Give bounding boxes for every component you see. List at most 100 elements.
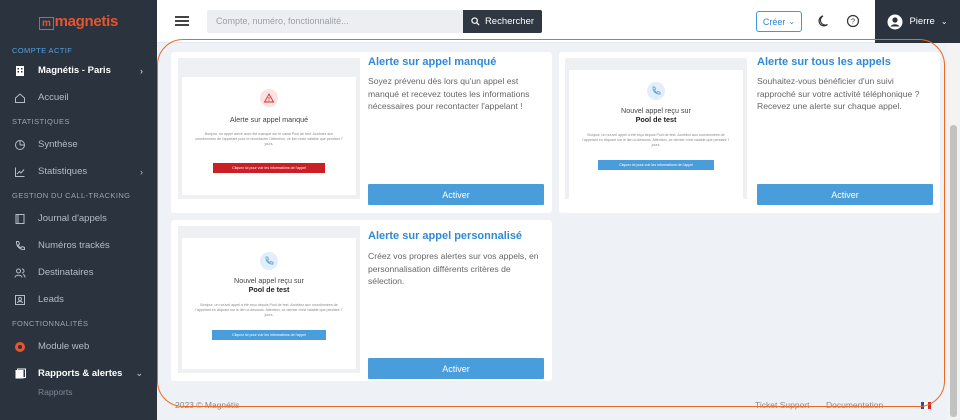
email-preview-button: Cliquez ici pour voir les informations d… bbox=[598, 160, 714, 170]
activate-button[interactable]: Activer bbox=[757, 184, 933, 205]
sidebar-item-leads[interactable]: Leads bbox=[0, 286, 157, 313]
building-icon bbox=[14, 65, 26, 77]
main-content: Alerte sur appel manqué Bonjour, un appe… bbox=[157, 43, 947, 420]
email-preview: Nouvel appel reçu sur Pool de test Bonjo… bbox=[565, 58, 747, 199]
search-button[interactable]: Rechercher bbox=[463, 9, 542, 33]
scroll-thumb[interactable] bbox=[950, 125, 957, 417]
phone-icon bbox=[14, 240, 26, 252]
email-preview-title: Nouvel appel reçu sur Pool de test bbox=[234, 276, 304, 294]
email-preview-title-text: Nouvel appel reçu sur bbox=[234, 276, 304, 285]
chevron-down-icon: ⌄ bbox=[135, 368, 143, 378]
scrollbar[interactable] bbox=[947, 43, 960, 420]
email-preview-title: Alerte sur appel manqué bbox=[229, 115, 309, 124]
logo[interactable]: m magnetis bbox=[0, 0, 157, 43]
help-icon[interactable]: ? bbox=[846, 14, 860, 28]
alert-card-custom: Nouvel appel reçu sur Pool de test Bonjo… bbox=[171, 220, 552, 381]
search-icon bbox=[471, 16, 480, 26]
sidebar-item-label: Numéros trackés bbox=[38, 240, 110, 251]
email-preview: Nouvel appel reçu sur Pool de test Bonjo… bbox=[178, 226, 360, 373]
card-title: Alerte sur appel personnalisé bbox=[368, 230, 523, 242]
logo-m-icon: m bbox=[38, 17, 54, 30]
alert-card-missed: Alerte sur appel manqué Bonjour, un appe… bbox=[171, 52, 552, 213]
tracking-section-title: GESTION DU CALL-TRACKING bbox=[12, 190, 131, 200]
chevron-down-icon: ⌄ bbox=[788, 17, 796, 26]
card-title: Alerte sur tous les appels bbox=[757, 56, 891, 68]
sidebar-item-label: Magnétis - Paris bbox=[38, 65, 111, 76]
documentation-link[interactable]: Documentation bbox=[826, 400, 883, 410]
sidebar-item-statistiques[interactable]: Statistiques › bbox=[0, 158, 157, 185]
pie-chart-icon bbox=[14, 139, 26, 151]
email-preview-body: Alerte sur appel manqué Bonjour, un appe… bbox=[182, 77, 356, 195]
users-icon bbox=[14, 267, 26, 279]
create-button-label: Créer bbox=[762, 16, 786, 27]
activate-button[interactable]: Activer bbox=[368, 184, 544, 205]
logo-text: magnetis bbox=[54, 13, 119, 30]
svg-text:?: ? bbox=[851, 17, 855, 26]
ticket-support-link[interactable]: Ticket Support bbox=[755, 400, 810, 410]
report-icon bbox=[14, 368, 26, 380]
sidebar-item-numeros[interactable]: Numéros trackés bbox=[0, 232, 157, 259]
sidebar-item-label: Destinataires bbox=[38, 267, 94, 278]
account-section-title: COMPTE ACTIF bbox=[12, 45, 73, 55]
email-preview-title: Nouvel appel reçu sur Pool de test bbox=[621, 106, 691, 124]
email-preview-text: Bonjour, un nouvel appel a été reçu depu… bbox=[195, 303, 343, 317]
email-preview-title-bold: Pool de test bbox=[635, 115, 677, 124]
sidebar-item-home[interactable]: Accueil bbox=[0, 84, 157, 111]
sidebar-item-label: Rapports & alertes bbox=[38, 368, 123, 379]
home-icon bbox=[14, 92, 26, 104]
features-section-title: FONCTIONNALITÉS bbox=[12, 318, 89, 328]
warning-icon bbox=[260, 89, 278, 107]
email-preview-text: Bonjour, un nouvel appel a été reçu depu… bbox=[582, 133, 730, 147]
sidebar-item-journal[interactable]: Journal d'appels bbox=[0, 205, 157, 232]
flag-fr-icon[interactable] bbox=[921, 402, 931, 409]
search-button-label: Rechercher bbox=[484, 15, 535, 27]
sidebar-item-label: Accueil bbox=[38, 92, 69, 103]
sidebar-item-rapports[interactable]: Rapports & alertes ⌄ bbox=[0, 360, 157, 387]
activate-button[interactable]: Activer bbox=[368, 358, 544, 379]
email-preview-title-text: Nouvel appel reçu sur bbox=[621, 106, 691, 115]
top-header: Rechercher Créer ⌄ ? Pierre ⌄ bbox=[157, 0, 960, 43]
journal-icon bbox=[14, 213, 26, 225]
card-description: Créez vos propres alertes sur vos appels… bbox=[368, 251, 539, 286]
create-button[interactable]: Créer ⌄ bbox=[756, 11, 802, 32]
email-preview-body: Nouvel appel reçu sur Pool de test Bonjo… bbox=[569, 70, 743, 199]
sidebar-item-label: Journal d'appels bbox=[38, 213, 107, 224]
email-preview-body: Nouvel appel reçu sur Pool de test Bonjo… bbox=[182, 238, 356, 369]
sidebar-item-label: Statistiques bbox=[38, 166, 88, 177]
logo-mark: m magnetis bbox=[38, 13, 119, 30]
sidebar: m magnetis COMPTE ACTIF Magnétis - Paris … bbox=[0, 0, 157, 420]
user-icon bbox=[887, 14, 903, 29]
sidebar-item-account[interactable]: Magnétis - Paris › bbox=[0, 57, 157, 84]
email-preview-button: Cliquez ici pour voir les informations d… bbox=[212, 330, 326, 340]
leads-icon bbox=[14, 294, 26, 306]
chevron-down-icon: ⌄ bbox=[940, 17, 948, 26]
alert-card-all: Nouvel appel reçu sur Pool de test Bonjo… bbox=[559, 52, 940, 213]
email-preview-text: Bonjour, un appel arrivé avec été manqué… bbox=[195, 132, 343, 146]
sidebar-item-synthese[interactable]: Synthèse bbox=[0, 131, 157, 158]
sidebar-item-label: Synthèse bbox=[38, 139, 78, 150]
sidebar-item-module-web[interactable]: Module web bbox=[0, 333, 157, 360]
card-description: Souhaitez-vous bénéficier d'un suivi rap… bbox=[757, 76, 920, 111]
sidebar-item-label: Leads bbox=[38, 294, 64, 305]
card-title: Alerte sur appel manqué bbox=[368, 56, 497, 68]
moon-icon[interactable] bbox=[818, 14, 832, 28]
copyright: 2023 © Magnétis bbox=[175, 400, 240, 410]
line-chart-icon bbox=[14, 166, 26, 178]
user-menu[interactable]: Pierre ⌄ bbox=[875, 0, 960, 43]
sidebar-item-destinataires[interactable]: Destinataires bbox=[0, 259, 157, 286]
user-name: Pierre bbox=[909, 16, 935, 27]
footer: 2023 © Magnétis Ticket Support Documenta… bbox=[157, 396, 947, 416]
chevron-right-icon: › bbox=[140, 65, 143, 76]
email-preview-button: Cliquez ici pour voir les informations d… bbox=[213, 163, 325, 173]
menu-icon[interactable] bbox=[175, 16, 189, 26]
phone-icon bbox=[647, 82, 665, 100]
card-description: Soyez prévenu dès lors qu'un appel est m… bbox=[368, 76, 530, 111]
module-web-icon bbox=[14, 341, 26, 353]
chevron-right-icon: › bbox=[140, 166, 143, 177]
sidebar-item-label: Module web bbox=[38, 341, 90, 352]
stats-section-title: STATISTIQUES bbox=[12, 116, 70, 126]
sidebar-subitem-rapports[interactable]: Rapports bbox=[0, 387, 157, 399]
search-input[interactable] bbox=[207, 9, 463, 33]
phone-icon bbox=[260, 252, 278, 270]
email-preview: Alerte sur appel manqué Bonjour, un appe… bbox=[178, 58, 360, 199]
